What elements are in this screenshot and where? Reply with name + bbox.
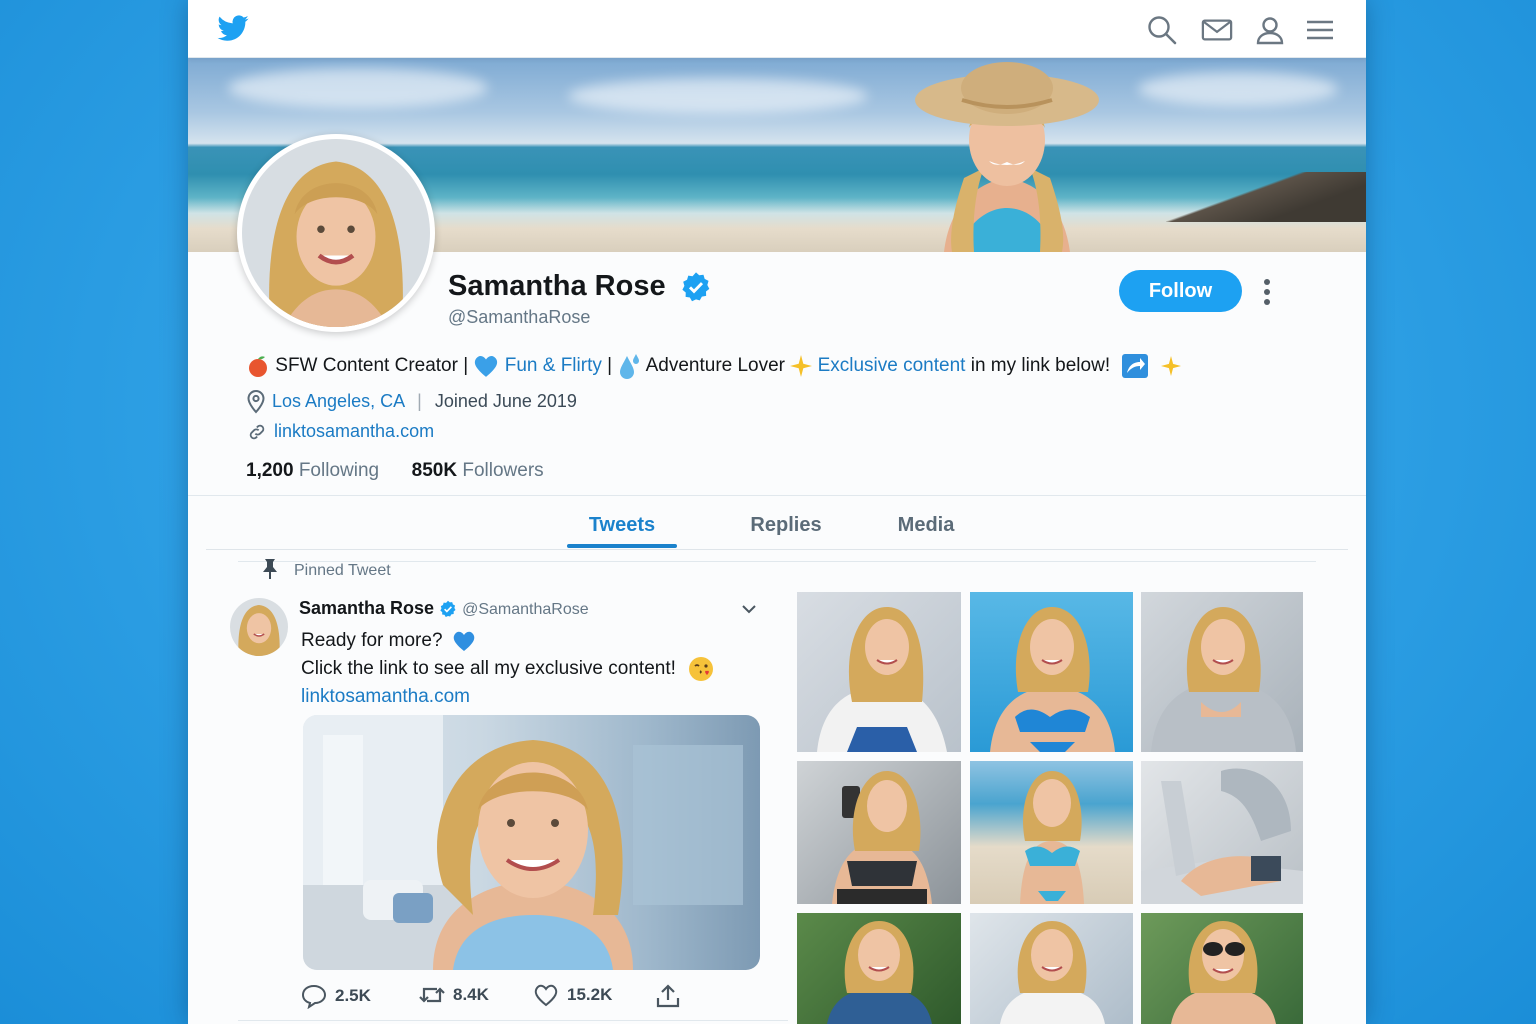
profile-name-text: Samantha Rose: [448, 270, 666, 302]
media-thumbnail[interactable]: [970, 913, 1133, 1024]
reply-count: 2.5K: [335, 986, 371, 1005]
following-label: Following: [298, 460, 380, 481]
active-tab-indicator: [567, 544, 677, 548]
media-thumbnail[interactable]: [1141, 592, 1303, 752]
following-stat[interactable]: 1,200 Following: [246, 460, 379, 481]
profile-window: Samantha Rose @SamanthaRose Follow SFW C…: [188, 0, 1366, 1024]
menu-icon[interactable]: [1304, 14, 1336, 46]
tweet-media-image[interactable]: [303, 715, 760, 970]
location-pin-icon: [247, 390, 265, 414]
reply-icon: [301, 984, 327, 1010]
tweet-bottom-divider: [238, 1020, 788, 1021]
tab-replies[interactable]: Replies: [726, 514, 846, 537]
verified-badge-icon: [682, 272, 709, 302]
share-button[interactable]: [655, 983, 689, 1011]
search-icon[interactable]: [1146, 14, 1178, 46]
pinned-tweet-text: Pinned Tweet: [294, 562, 391, 580]
tweet-link[interactable]: linktosamantha.com: [301, 683, 715, 711]
location-separator: |: [417, 390, 422, 411]
bio-part-4: Adventure Lover: [645, 355, 786, 377]
link-arrow-icon: [1122, 354, 1149, 378]
profile-icon[interactable]: [1254, 14, 1286, 46]
retweet-button[interactable]: 8.4K: [419, 983, 489, 1011]
sparkle-icon: [1160, 356, 1181, 376]
followers-count: 850K: [411, 460, 458, 481]
bio-part-6: in my link below!: [965, 355, 1111, 377]
like-button[interactable]: 15.2K: [533, 983, 612, 1011]
tweet-header: Samantha Rose @SamanthaRose: [299, 598, 589, 619]
tab-media[interactable]: Media: [876, 514, 976, 537]
media-thumbnail[interactable]: [970, 761, 1133, 904]
profile-avatar[interactable]: [237, 134, 435, 332]
profile-website-row: linktosamantha.com: [246, 421, 434, 442]
media-grid: [797, 592, 1303, 1024]
tweet-author-name[interactable]: Samantha Rose: [299, 598, 434, 618]
profile-bio: SFW Content Creator | Fun & Flirty | Adv…: [246, 352, 1181, 380]
profile-meta: Los Angeles, CA | Joined June 2019: [246, 390, 577, 414]
media-thumbnail[interactable]: [970, 592, 1133, 752]
verified-badge-icon: [440, 601, 456, 618]
mail-icon[interactable]: [1201, 14, 1233, 46]
bio-part-2: Fun & Flirty: [504, 355, 602, 377]
bio-part-3: |: [601, 355, 613, 377]
media-thumbnail[interactable]: [797, 592, 961, 752]
media-thumbnail[interactable]: [1141, 761, 1303, 904]
profile-handle: @SamanthaRose: [448, 307, 591, 327]
blue-heart-icon: [475, 355, 498, 377]
media-thumbnail[interactable]: [797, 761, 961, 904]
tweet-author-avatar[interactable]: [230, 598, 288, 656]
blue-heart-icon: [453, 631, 475, 651]
tabs-divider: [238, 561, 1316, 562]
following-count: 1,200: [246, 460, 294, 481]
media-thumbnail[interactable]: [1141, 913, 1303, 1024]
retweet-icon: [419, 987, 445, 1003]
profile-stats: 1,200 Following 850K Followers: [246, 460, 544, 482]
kiss-face-icon: [689, 657, 714, 681]
top-navigation-bar: [188, 0, 1366, 58]
banner-woman-figure: [915, 62, 1099, 252]
tab-tweets[interactable]: Tweets: [567, 514, 677, 537]
profile-tabs: Tweets Replies Media: [206, 498, 1348, 550]
profile-website-link[interactable]: linktosamantha.com: [274, 421, 434, 441]
link-icon: [249, 425, 265, 440]
bio-part-5[interactable]: Exclusive content: [818, 355, 966, 376]
more-options-icon[interactable]: [1258, 276, 1276, 308]
followers-label: Followers: [462, 460, 544, 481]
tweet-line-2: Click the link to see all my exclusive c…: [301, 658, 676, 680]
profile-location[interactable]: Los Angeles, CA: [272, 391, 404, 411]
pinned-tweet-label: Pinned Tweet: [260, 559, 391, 580]
peach-icon: [249, 356, 267, 377]
tweet-line-1: Ready for more?: [301, 630, 443, 651]
section-divider: [188, 495, 1366, 496]
reply-button[interactable]: 2.5K: [301, 983, 371, 1011]
follow-button[interactable]: Follow: [1119, 270, 1242, 312]
bird-logo-icon[interactable]: [216, 12, 250, 46]
media-thumbnail[interactable]: [797, 913, 961, 1024]
retweet-count: 8.4K: [453, 985, 489, 1004]
tweet-actions: 2.5K 8.4K 15.2K: [301, 983, 771, 1013]
pin-icon: [263, 559, 277, 579]
bio-part-1: SFW Content Creator |: [275, 355, 469, 377]
like-count: 15.2K: [567, 985, 613, 1004]
sparkle-icon: [790, 355, 813, 377]
heart-icon: [534, 984, 558, 1007]
profile-joined: Joined June 2019: [434, 390, 577, 411]
chevron-down-icon[interactable]: [740, 600, 758, 618]
profile-name: Samantha Rose: [448, 270, 712, 303]
tweet-author-handle[interactable]: @SamanthaRose: [462, 601, 589, 618]
share-icon: [656, 984, 680, 1008]
tweet-body: Ready for more? Click the link to see al…: [301, 627, 715, 711]
water-drops-icon: [620, 354, 640, 379]
followers-stat[interactable]: 850K Followers: [412, 460, 544, 481]
